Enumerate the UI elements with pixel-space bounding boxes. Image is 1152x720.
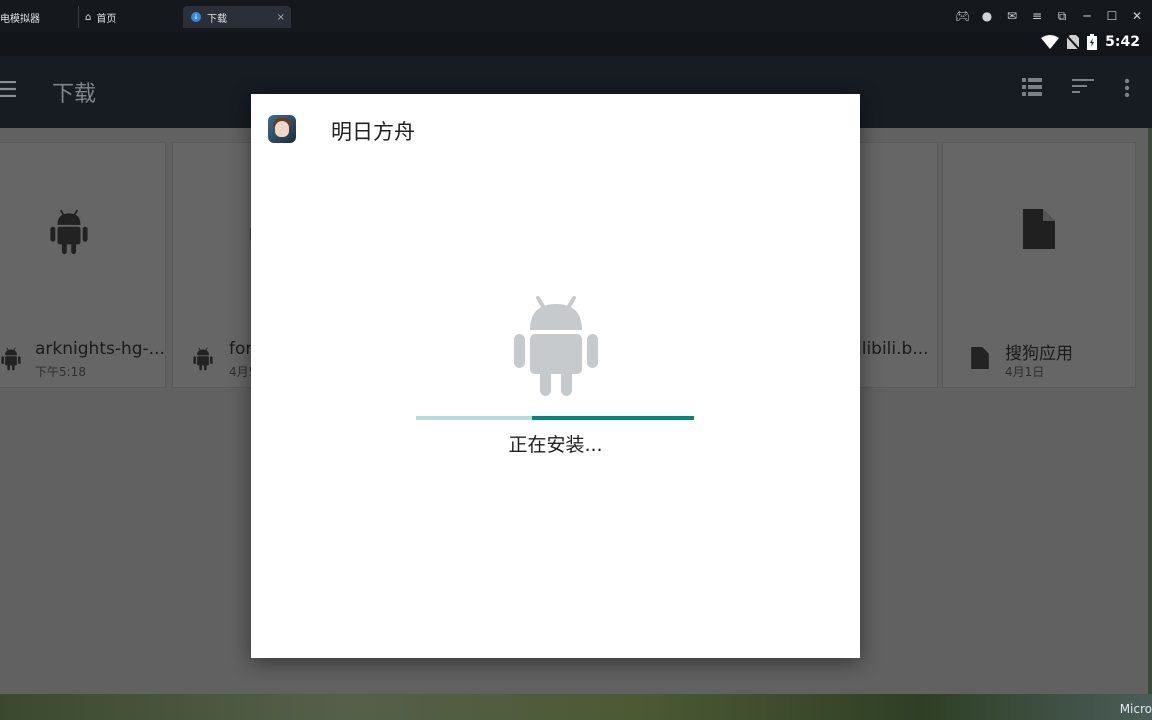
app-icon — [268, 115, 296, 143]
user-icon[interactable]: ● — [980, 8, 994, 24]
hamburger-menu-icon[interactable]: ☰ — [0, 78, 18, 103]
file-date: 下午5:18 — [35, 365, 86, 379]
tab-downloads[interactable]: ↓ 下载 × — [183, 6, 291, 28]
tab-home[interactable]: ⌂ 首页 — [78, 6, 182, 28]
sort-icon[interactable] — [1072, 78, 1094, 94]
menu-icon[interactable]: ≡ — [1030, 8, 1044, 24]
list-view-icon[interactable] — [1022, 78, 1042, 96]
status-time: 5:42 — [1105, 34, 1140, 50]
android-icon — [0, 209, 165, 265]
progress-fill — [532, 416, 694, 420]
tab-downloads-label: 下载 — [207, 13, 227, 25]
android-robot-icon — [512, 296, 600, 398]
restore-icon[interactable]: ⧉ — [1055, 8, 1069, 24]
battery-charging-icon — [1087, 34, 1098, 50]
install-dialog: 明日方舟 正在安装... — [251, 94, 860, 658]
more-vert-icon[interactable] — [1124, 78, 1130, 98]
emulator-app-label: 电模拟器 — [0, 13, 40, 25]
file-name: for — [229, 339, 253, 359]
tab-home-label: 首页 — [96, 13, 117, 25]
emulator-app-tab[interactable]: 电模拟器 — [0, 6, 78, 28]
emulator-window: 电模拟器 ⌂ 首页 ↓ 下载 × 🎮︎ ● ✉ ≡ ⧉ ─ ☐ ✕ 5:42 ☰… — [0, 0, 1152, 720]
page-title: 下载 — [52, 82, 97, 107]
android-status-bar: 5:42 — [0, 32, 1152, 56]
file-name: arknights-hg-... — [35, 339, 165, 359]
mail-icon[interactable]: ✉ — [1005, 8, 1019, 24]
file-small-icon — [971, 347, 989, 369]
close-icon[interactable]: ✕ — [1130, 8, 1144, 24]
file-card[interactable]: 搜狗应用 4月1日 — [942, 142, 1136, 388]
download-icon: ↓ — [191, 12, 201, 22]
desktop-corner-text: Micro — [1119, 702, 1152, 716]
toolbar-actions — [1022, 78, 1130, 98]
install-progress-bar — [416, 416, 694, 420]
file-name: ilibili.b... — [857, 339, 929, 359]
file-card-info: arknights-hg-... 下午5:18 — [0, 339, 167, 383]
file-card[interactable]: arknights-hg-... 下午5:18 — [0, 142, 166, 388]
tab-close-icon[interactable]: × — [277, 12, 285, 23]
maximize-icon[interactable]: ☐ — [1105, 8, 1119, 24]
emulator-controls: 🎮︎ ● ✉ ≡ ⧉ ─ ☐ ✕ — [955, 8, 1144, 24]
wifi-icon — [1041, 35, 1060, 49]
file-date: 4月1日 — [1005, 365, 1045, 379]
minimize-icon[interactable]: ─ — [1080, 8, 1094, 24]
install-status: 正在安装... — [508, 434, 603, 456]
android-small-icon — [1, 347, 21, 371]
home-icon: ⌂ — [85, 11, 92, 23]
file-card-info: 搜狗应用 4月1日 — [943, 339, 1137, 383]
file-name: 搜狗应用 — [1005, 344, 1073, 364]
no-sim-icon — [1067, 35, 1080, 49]
file-icon — [943, 209, 1135, 259]
desktop-wallpaper: Micro — [0, 694, 1152, 720]
dialog-title: 明日方舟 — [331, 120, 415, 144]
gamepad-icon[interactable]: 🎮︎ — [955, 8, 970, 24]
status-indicators: 5:42 — [1041, 34, 1140, 50]
android-small-icon — [193, 347, 213, 371]
emulator-title-bar: 电模拟器 ⌂ 首页 ↓ 下载 × 🎮︎ ● ✉ ≡ ⧉ ─ ☐ ✕ — [0, 0, 1152, 32]
